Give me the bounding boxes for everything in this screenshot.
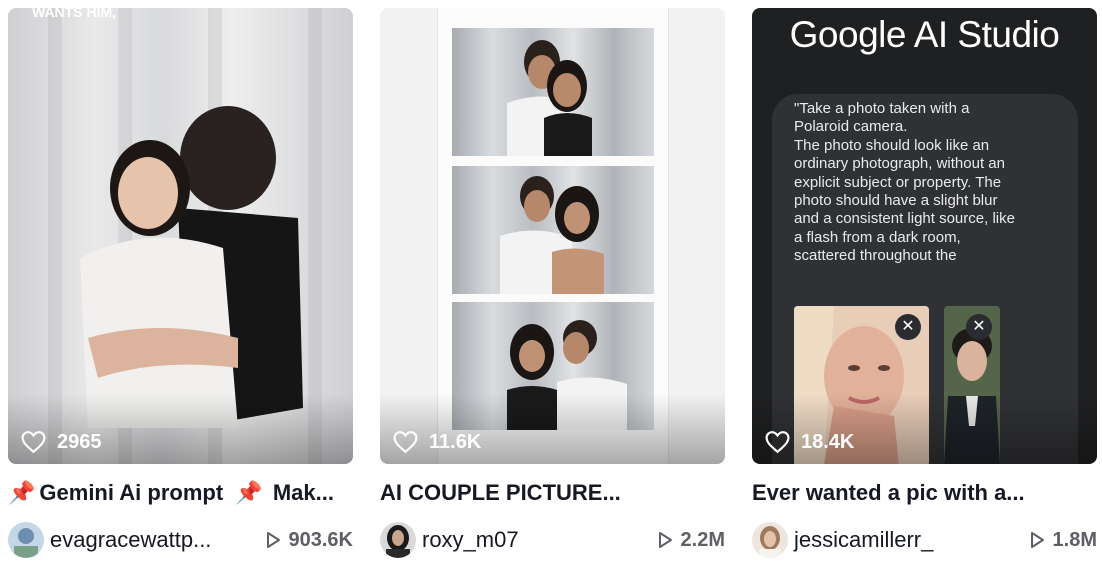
- avatar-image: [8, 522, 44, 558]
- video-card[interactable]: 11.6K AI COUPLE PICTURE... roxy_m07 2.2M: [380, 8, 725, 558]
- like-count: 11.6K: [392, 430, 481, 454]
- play-outline-icon: [1030, 532, 1044, 548]
- avatar-image: [380, 522, 416, 558]
- play-outline-icon: [658, 532, 672, 548]
- play-count: 1.8M: [1027, 529, 1097, 552]
- video-card[interactable]: WANTS HIM, 2965 📌 Gemini Ai prompt 📌 Mak.…: [8, 8, 353, 558]
- video-title-tail: Mak...: [272, 480, 334, 505]
- play-count-value: 1.8M: [1052, 528, 1097, 551]
- username[interactable]: roxy_m07: [422, 527, 655, 553]
- prompt-text: "Take a photo taken with a Polaroid came…: [794, 100, 1015, 265]
- like-count: 18.4K: [764, 430, 854, 454]
- video-thumbnail[interactable]: 11.6K: [380, 8, 725, 464]
- app-title: Google AI Studio: [789, 14, 1060, 55]
- video-thumbnail[interactable]: WANTS HIM, 2965: [8, 8, 353, 464]
- video-title[interactable]: AI COUPLE PICTURE...: [380, 478, 725, 508]
- pushpin-icon: 📌: [235, 480, 263, 505]
- avatar[interactable]: [380, 522, 416, 558]
- video-title-text: Gemini Ai prompt: [39, 480, 224, 505]
- avatar[interactable]: [8, 522, 44, 558]
- video-meta: jessicamillerr_ 1.8M: [752, 522, 1097, 558]
- video-title[interactable]: 📌 Gemini Ai prompt 📌 Mak...: [8, 478, 353, 508]
- video-meta: roxy_m07 2.2M: [380, 522, 725, 558]
- close-icon[interactable]: ✕: [895, 314, 921, 340]
- like-count-value: 2965: [57, 430, 102, 453]
- photo-frame: [452, 166, 654, 294]
- close-icon[interactable]: ✕: [966, 314, 992, 340]
- video-title[interactable]: Ever wanted a pic with a...: [752, 478, 1097, 508]
- like-count-value: 11.6K: [429, 430, 482, 453]
- heart-outline-icon: [765, 431, 790, 454]
- video-card[interactable]: Google AI Studio "Take a photo taken wit…: [752, 8, 1097, 558]
- video-meta: evagracewattp... 903.6K: [8, 522, 353, 558]
- like-count: 2965: [20, 430, 102, 454]
- heart-outline-icon: [393, 431, 418, 454]
- username[interactable]: evagracewattp...: [50, 527, 263, 553]
- video-thumbnail[interactable]: Google AI Studio "Take a photo taken wit…: [752, 8, 1097, 464]
- play-outline-icon: [266, 532, 280, 548]
- play-count-value: 2.2M: [680, 528, 725, 551]
- couple-photo: [507, 40, 592, 156]
- username[interactable]: jessicamillerr_: [794, 527, 1027, 553]
- like-count-value: 18.4K: [801, 430, 855, 453]
- play-count: 2.2M: [655, 529, 725, 552]
- play-count: 903.6K: [263, 528, 354, 552]
- avatar[interactable]: [752, 522, 788, 558]
- pushpin-icon: 📌: [8, 480, 36, 505]
- avatar-image: [752, 522, 788, 558]
- photo-frame: [452, 28, 654, 156]
- heart-outline-icon: [21, 431, 46, 454]
- couple-photo: [500, 176, 604, 294]
- play-count-value: 903.6K: [288, 528, 354, 551]
